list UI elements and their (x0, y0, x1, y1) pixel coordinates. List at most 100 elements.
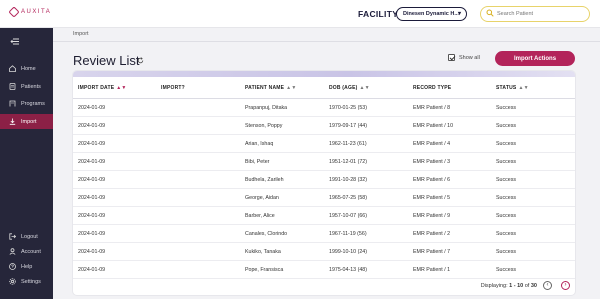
facility-label: FACILITY (358, 9, 399, 19)
cell-patient-name: Kukiko, Tanaka (245, 249, 281, 255)
sort-icon[interactable]: ▲▼ (518, 85, 528, 91)
sidebar-item-settings[interactable]: Settings (0, 274, 53, 289)
facility-select[interactable]: Dinesen Dynamic H... ▾ (396, 7, 467, 21)
cell-dob: 1991-10-28 (32) (329, 177, 367, 183)
cell-record-type: EMR Patient / 8 (413, 105, 451, 111)
sidebar-item-programs[interactable]: Programs (0, 96, 53, 111)
cell-patient-name: Budhela, Zarileh (245, 177, 284, 183)
import-icon (9, 118, 16, 125)
sidebar-item-label: Patients (21, 83, 41, 90)
sidebar-item-home[interactable]: Home (0, 61, 53, 76)
sort-icon[interactable]: ▲▼ (116, 85, 126, 91)
cell-patient-name: Bibi, Peter (245, 159, 270, 165)
help-icon (9, 263, 16, 270)
cell-record-type: EMR Patient / 3 (413, 159, 451, 165)
show-all-checkbox[interactable] (448, 54, 455, 61)
cell-status: Success (496, 123, 517, 129)
cell-status: Success (496, 267, 517, 273)
breadcrumb-divider (53, 41, 600, 42)
cell-import-date: 2024-01-09 (78, 105, 106, 111)
table-row[interactable]: 2024-01-09 Prapanpuj, Ditaka 1970-01-25 (5… (73, 99, 575, 117)
cell-record-type: EMR Patient / 1 (413, 267, 451, 273)
column-header-status[interactable]: STATUS ▲▼ (496, 85, 529, 91)
table-row[interactable]: 2024-01-09 Kukiko, Tanaka 1999-10-10 (24) E… (73, 243, 575, 261)
sort-icon[interactable]: ▲▼ (359, 85, 369, 91)
cell-record-type: EMR Patient / 2 (413, 231, 451, 237)
sidebar-item-help[interactable]: Help (0, 259, 53, 274)
column-header-patient-name[interactable]: PATIENT NAME ▲▼ (245, 85, 296, 91)
sidebar-item-label: Account (21, 248, 41, 255)
import-actions-button[interactable]: Import Actions (495, 51, 575, 66)
logo-mark-icon (8, 6, 20, 18)
cell-import-date: 2024-01-09 (78, 249, 106, 255)
cell-status: Success (496, 195, 517, 201)
sidebar-item-import[interactable]: Import (0, 114, 53, 129)
cell-dob: 1970-01-25 (53) (329, 105, 367, 111)
cell-dob: 1951-12-01 (72) (329, 159, 367, 165)
home-icon (9, 65, 16, 72)
previous-page-button[interactable]: ‹ (543, 281, 552, 290)
sidebar: Home Patients Programs Import Logout Acc… (0, 28, 53, 299)
sidebar-item-label: Home (21, 65, 36, 72)
cell-dob: 1999-10-10 (24) (329, 249, 367, 255)
cell-record-type: EMR Patient / 6 (413, 177, 451, 183)
table-row[interactable]: 2024-01-09 Arian, Ishaq 1962-11-23 (61) EMR… (73, 135, 575, 153)
facility-value: Dinesen Dynamic H... (403, 11, 459, 17)
table-row[interactable]: 2024-01-09 George, Aidan 1965-07-25 (58) EM… (73, 189, 575, 207)
search-icon (486, 9, 494, 17)
search-input[interactable] (497, 9, 585, 19)
next-page-button[interactable]: › (561, 281, 570, 290)
cell-status: Success (496, 231, 517, 237)
cell-import-date: 2024-01-09 (78, 141, 106, 147)
cell-status: Success (496, 177, 517, 183)
search-box[interactable] (480, 6, 590, 22)
chevron-down-icon: ▾ (457, 11, 461, 17)
settings-icon (9, 278, 16, 285)
cell-patient-name: Pope, Fransisca (245, 267, 284, 273)
sidebar-item-logout[interactable]: Logout (0, 229, 53, 244)
column-header-record-type: RECORD TYPE (413, 85, 452, 91)
cell-dob: 1965-07-25 (58) (329, 195, 367, 201)
show-all-toggle[interactable]: Show all (448, 54, 480, 61)
table-row[interactable]: 2024-01-09 Stenson, Poppy 1979-09-17 (44) E… (73, 117, 575, 135)
breadcrumb[interactable]: Import (73, 31, 89, 37)
table-row[interactable]: 2024-01-09 Canales, Clorindo 1967-11-19 (5… (73, 225, 575, 243)
cell-dob: 1979-09-17 (44) (329, 123, 367, 129)
table-body: 2024-01-09 Prapanpuj, Ditaka 1970-01-25 (5… (73, 99, 575, 279)
cell-import-date: 2024-01-09 (78, 231, 106, 237)
refresh-icon[interactable] (137, 57, 144, 64)
table-row[interactable]: 2024-01-09 Budhela, Zarileh 1991-10-28 (32… (73, 171, 575, 189)
sidebar-item-patients[interactable]: Patients (0, 79, 53, 94)
column-header-import-date[interactable]: IMPORT DATE ▲▼ (78, 85, 127, 91)
sidebar-item-account[interactable]: Account (0, 244, 53, 259)
cell-record-type: EMR Patient / 7 (413, 249, 451, 255)
cell-dob: 1967-11-19 (56) (329, 231, 367, 237)
cell-dob: 1962-11-23 (61) (329, 141, 367, 147)
cell-record-type: EMR Patient / 9 (413, 213, 451, 219)
chevron-right-icon: › (564, 282, 567, 288)
sort-icon[interactable]: ▲▼ (286, 85, 296, 91)
cell-patient-name: Arian, Ishaq (245, 141, 274, 147)
cell-dob: 1975-04-13 (48) (329, 267, 367, 273)
cell-import-date: 2024-01-09 (78, 177, 106, 183)
page-title: Review List (73, 53, 140, 68)
cell-import-date: 2024-01-09 (78, 267, 106, 273)
app-logo[interactable]: AUXITA (8, 6, 52, 18)
cell-import-date: 2024-01-09 (78, 159, 106, 165)
cell-record-type: EMR Patient / 5 (413, 195, 451, 201)
cell-status: Success (496, 213, 517, 219)
sidebar-item-label: Settings (21, 278, 41, 285)
chevron-left-icon: ‹ (546, 282, 549, 288)
cell-import-date: 2024-01-09 (78, 213, 106, 219)
logout-icon (9, 233, 16, 240)
review-table: IMPORT DATE ▲▼ IMPORT? PATIENT NAME ▲▼ DOB… (73, 71, 575, 295)
patients-icon (9, 83, 16, 90)
table-row[interactable]: 2024-01-09 Barber, Alice 1957-10-07 (66) EM… (73, 207, 575, 225)
cell-patient-name: Prapanpuj, Ditaka (245, 105, 288, 111)
collapse-sidebar-icon[interactable] (10, 38, 19, 45)
cell-patient-name: Barber, Alice (245, 213, 275, 219)
column-header-dob[interactable]: DOB (AGE) ▲▼ (329, 85, 370, 91)
table-row[interactable]: 2024-01-09 Bibi, Peter 1951-12-01 (72) EMR … (73, 153, 575, 171)
logo-text: AUXITA (21, 9, 52, 15)
sidebar-item-label: Help (21, 263, 33, 270)
